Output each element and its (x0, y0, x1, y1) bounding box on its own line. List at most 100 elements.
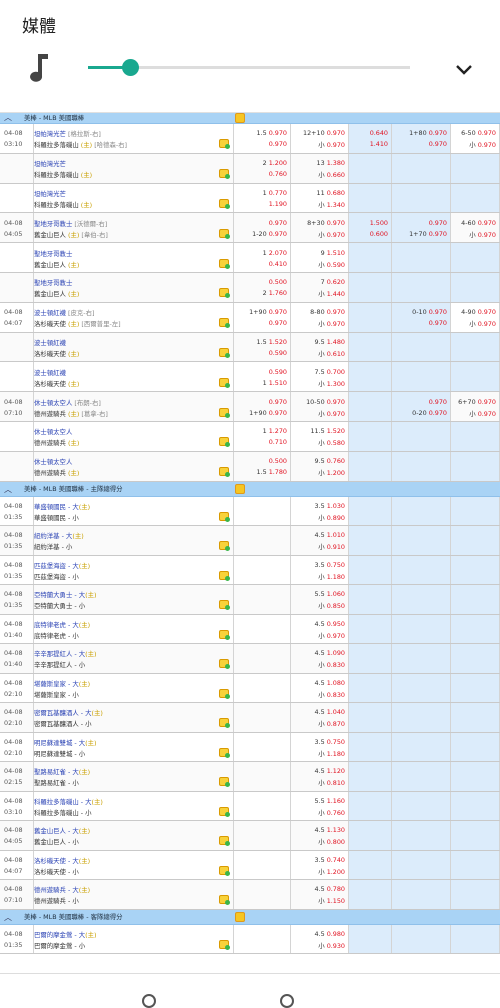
match-row[interactable]: 0.500 1.5 1.780 9.5 0.760 小 1.200 休士頓太空人 德州遊騎… (0, 451, 500, 482)
odds-line[interactable]: 0.970 (429, 319, 447, 327)
odds-line[interactable]: 4-90 0.970 (461, 308, 496, 316)
odds-line[interactable]: 1+90 0.970 (249, 409, 287, 417)
odds-line[interactable]: 0.970 (269, 319, 287, 327)
odds-line[interactable]: 11 0.680 (317, 189, 345, 197)
odds-line[interactable]: 1.5 0.970 (257, 129, 288, 137)
add-favorite-icon[interactable] (219, 541, 230, 552)
odds-line[interactable]: 小 0.970 (318, 631, 345, 640)
match-row[interactable]: 1.5 0.970 0.970 12+10 0.970 小 0.970 0.640 1.4… (0, 124, 500, 154)
odds-line[interactable]: 小 0.850 (318, 601, 345, 610)
odds-line[interactable]: 13 1.380 (317, 159, 345, 167)
odds-line[interactable]: 小 0.830 (318, 690, 345, 699)
match-row[interactable]: 4.5 1.010 小 0.910 04-08 01:35 紐約洋基 - 大(主) 紐約洋… (0, 526, 500, 556)
home-team[interactable]: 舊金山巨人 (主) (34, 289, 79, 298)
odds-line[interactable]: 4-60 0.970 (461, 219, 496, 227)
odds-line[interactable]: 4.5 1.120 (315, 767, 346, 775)
home-team[interactable]: 科羅拉多落磯山 (主) [哈德森-右] (34, 140, 127, 149)
odds-line[interactable]: 小 1.180 (318, 749, 345, 758)
odds-line[interactable]: 小 0.970 (469, 409, 496, 418)
home-team[interactable]: 舊金山巨人 - 小 (34, 837, 79, 846)
add-favorite-icon[interactable] (219, 437, 230, 448)
home-team[interactable]: 德州遊騎兵 (主) (34, 468, 79, 477)
odds-line[interactable]: 0-10 0.970 (412, 308, 447, 316)
odds-line[interactable]: 9.5 1.480 (315, 338, 346, 346)
away-team[interactable]: 明尼蘇達雙城 - 大(主) (34, 738, 97, 747)
add-favorite-icon[interactable] (219, 348, 230, 359)
odds-line[interactable]: 3.5 1.030 (315, 502, 346, 510)
odds-line[interactable]: 10-50 0.970 (306, 398, 345, 406)
add-favorite-icon[interactable] (219, 939, 230, 950)
odds-line[interactable]: 小 1.180 (318, 572, 345, 581)
odds-line[interactable]: 7 0.620 (321, 278, 345, 286)
match-row[interactable]: 2 1.200 0.760 13 1.380 小 0.660 坦帕灣光芒 科羅拉多落磯山 … (0, 153, 500, 184)
add-favorite-icon[interactable] (219, 718, 230, 729)
odds-line[interactable]: 0.590 (269, 368, 287, 376)
add-favorite-icon[interactable] (219, 511, 230, 522)
match-row[interactable]: 4.5 1.080 小 0.830 04-08 02:10 堪薩斯皇家 - 大(主) 堪薩… (0, 673, 500, 704)
odds-line[interactable]: 9 1.510 (321, 249, 345, 257)
favorite-star-icon[interactable] (235, 483, 245, 494)
odds-line[interactable]: 小 0.760 (318, 808, 345, 817)
odds-line[interactable]: 小 0.610 (318, 349, 345, 358)
home-team[interactable]: 德州遊騎兵 (主) [葛拿-右] (34, 409, 108, 418)
odds-line[interactable]: 小 0.830 (318, 660, 345, 669)
odds-line[interactable]: 0.600 (370, 230, 388, 238)
add-favorite-icon[interactable] (219, 139, 230, 150)
home-team[interactable]: 密爾瓦基釀酒人 - 小 (34, 719, 92, 728)
odds-line[interactable]: 6-50 0.970 (461, 129, 496, 137)
odds-line[interactable]: 4.5 0.780 (315, 885, 346, 893)
away-team[interactable]: 華盛頓國民 - 大(主) (34, 502, 90, 511)
odds-line[interactable]: 0.970 (429, 219, 447, 227)
odds-line[interactable]: 4.5 1.010 (315, 531, 346, 539)
match-row[interactable]: 0.590 1 1.510 7.5 0.700 小 1.300 波士頓紅襪 洛杉磯天使 (… (0, 362, 500, 393)
chevron-up-icon[interactable]: ︿ (4, 913, 12, 923)
home-team[interactable]: 洛杉磯天使 (主) [西爾普里-左] (34, 319, 121, 328)
odds-line[interactable]: 1 1.270 (263, 427, 287, 435)
odds-line[interactable]: 4.5 0.980 (315, 930, 346, 938)
match-row[interactable]: 0.970 1-20 0.970 8+30 0.970 小 0.970 1.500 0.6… (0, 213, 500, 244)
away-team[interactable]: 聖地牙哥教士 (34, 249, 72, 258)
match-row[interactable]: 4.5 0.950 小 0.970 04-08 01:40 底特律老虎 - 大(主) 底特… (0, 614, 500, 645)
odds-line[interactable]: 小 0.970 (318, 319, 345, 328)
nav-icon[interactable] (280, 994, 294, 1008)
odds-line[interactable]: 小 0.970 (469, 319, 496, 328)
add-favorite-icon[interactable] (219, 318, 230, 329)
odds-line[interactable]: 5.5 1.160 (315, 797, 346, 805)
odds-line[interactable]: 1+70 0.970 (409, 230, 447, 238)
chevron-up-icon[interactable]: ︿ (4, 113, 12, 123)
add-favorite-icon[interactable] (219, 169, 230, 180)
odds-line[interactable]: 0.410 (269, 260, 287, 268)
away-team[interactable]: 坦帕灣光芒 (34, 159, 66, 168)
away-team[interactable]: 密爾瓦基釀酒人 - 大(主) (34, 708, 103, 717)
add-favorite-icon[interactable] (219, 258, 230, 269)
odds-line[interactable]: 0-20 0.970 (412, 409, 447, 417)
add-favorite-icon[interactable] (219, 659, 230, 670)
away-team[interactable]: 休士頓太空人 (34, 457, 72, 466)
odds-line[interactable]: 0.590 (269, 349, 287, 357)
add-favorite-icon[interactable] (219, 600, 230, 611)
odds-line[interactable]: 小 1.200 (318, 468, 345, 477)
add-favorite-icon[interactable] (219, 895, 230, 906)
home-team[interactable]: 明尼蘇達雙城 - 小 (34, 749, 85, 758)
match-row[interactable]: 1 0.770 1.190 11 0.680 小 1.340 坦帕灣光芒 科羅拉多落磯山 … (0, 183, 500, 214)
away-team[interactable]: 波士頓紅襪 [皮克-右] (34, 308, 94, 317)
home-team[interactable]: 科羅拉多落磯山 (主) (34, 170, 92, 179)
odds-line[interactable]: 0.970 (429, 398, 447, 406)
add-favorite-icon[interactable] (219, 288, 230, 299)
add-favorite-icon[interactable] (219, 228, 230, 239)
home-team[interactable]: 德州遊騎兵 - 小 (34, 896, 79, 905)
odds-line[interactable]: 3.5 0.740 (315, 856, 346, 864)
match-row[interactable]: 1 2.070 0.410 9 1.510 小 0.590 聖地牙哥教士 舊金山巨人 (主… (0, 243, 500, 273)
odds-line[interactable]: 4.5 1.080 (315, 679, 346, 687)
volume-slider[interactable] (88, 59, 410, 76)
odds-line[interactable]: 小 1.150 (318, 896, 345, 905)
match-row[interactable]: 4.5 0.980 小 0.930 04-08 01:35 巴爾的摩金鶯 - 大(主) 巴… (0, 924, 500, 955)
match-row[interactable]: 0.970 1+90 0.970 10-50 0.970 小 0.970 0.970 0-… (0, 392, 500, 422)
odds-line[interactable]: 12+10 0.970 (303, 129, 345, 137)
home-team[interactable]: 堪薩斯皇家 - 小 (34, 690, 79, 699)
odds-line[interactable]: 0.640 (370, 129, 388, 137)
away-team[interactable]: 洛杉磯天使 - 大(主) (34, 856, 90, 865)
add-favorite-icon[interactable] (219, 865, 230, 876)
odds-line[interactable]: 1.5 1.780 (257, 468, 288, 476)
favorite-star-icon[interactable] (235, 911, 245, 922)
